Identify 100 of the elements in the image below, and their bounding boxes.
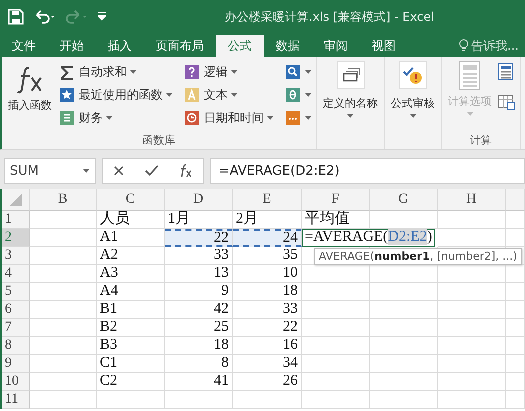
table-cell [370, 301, 438, 319]
clock-book-icon [183, 109, 201, 127]
caret-icon [130, 70, 137, 74]
column-header[interactable]: C [97, 189, 165, 211]
row-header[interactable]: 4 [2, 265, 30, 283]
ribbon-dropdown[interactable]: 财务 [58, 108, 173, 128]
formula-input[interactable]: =AVERAGE(D2:E2) [210, 158, 525, 184]
caret-icon [83, 169, 90, 173]
ribbon-dropdown[interactable]: 日期和时间 [183, 108, 274, 128]
undo-icon[interactable] [34, 10, 56, 24]
row-header[interactable]: 9 [2, 355, 30, 373]
table-cell [233, 391, 302, 409]
ribbon-icon-dropdown[interactable] [284, 62, 312, 82]
table-cell [506, 355, 525, 373]
name-tag-icon [340, 66, 360, 84]
row-header[interactable]: 7 [2, 319, 30, 337]
table-cell: 26 [233, 373, 302, 391]
caret-icon [231, 93, 238, 97]
caret-icon [267, 116, 274, 120]
ribbon-tab[interactable]: 视图 [360, 35, 408, 57]
ribbon-dropdown[interactable]: 最近使用的函数 [58, 85, 173, 105]
row-header[interactable]: 8 [2, 337, 30, 355]
caret-icon [305, 93, 312, 97]
cell-formula-input[interactable]: =AVERAGE(D2:E2) [302, 229, 436, 247]
table-cell: A4 [97, 283, 165, 301]
letter-book-icon [183, 86, 201, 104]
table-cell [30, 229, 97, 247]
save-icon[interactable] [8, 8, 24, 24]
table-cell [97, 391, 165, 409]
ribbon-dropdown[interactable]: 自动求和 [58, 62, 173, 82]
sigma-icon [58, 63, 76, 81]
table-cell [506, 229, 525, 247]
ribbon-icon-dropdown[interactable] [284, 108, 312, 128]
table-cell: 22 [233, 319, 302, 337]
customize-icon[interactable] [98, 12, 106, 22]
table-cell [506, 337, 525, 355]
enter-check-icon[interactable] [145, 165, 159, 177]
table-cell [302, 319, 370, 337]
caret-icon [166, 93, 173, 97]
calculator-icon[interactable] [498, 63, 514, 81]
column-header[interactable]: E [233, 189, 302, 211]
row-header[interactable]: 1 [2, 211, 30, 229]
ribbon-dropdown[interactable]: 逻辑 [183, 62, 274, 82]
table-cell: B1 [97, 301, 165, 319]
column-header[interactable]: D [165, 189, 233, 211]
theta-book-icon [284, 86, 302, 104]
defined-names-button[interactable]: 定义的名称 [321, 59, 380, 133]
row-header[interactable]: 3 [2, 247, 30, 265]
table-cell [302, 283, 370, 301]
table-cell: 22 [165, 229, 233, 247]
table-cell [30, 211, 97, 229]
check-warning-icon [402, 65, 424, 85]
caret-icon [466, 112, 474, 116]
table-cell [30, 265, 97, 283]
question-book-icon [183, 63, 201, 81]
function-icon[interactable] [179, 164, 193, 178]
insert-function-button[interactable]: 插入函数 [6, 59, 54, 133]
table-cell [506, 283, 525, 301]
row-header[interactable]: 11 [2, 391, 30, 409]
row-header[interactable]: 5 [2, 283, 30, 301]
table-cell [370, 355, 438, 373]
ribbon-tab[interactable]: 插入 [96, 35, 144, 57]
table-cell [165, 391, 233, 409]
table-cell [30, 337, 97, 355]
table-cell: A2 [97, 247, 165, 265]
table-cell: B2 [97, 319, 165, 337]
table-cell [438, 337, 506, 355]
ribbon-dropdown[interactable]: 文本 [183, 85, 274, 105]
column-header[interactable]: H [438, 189, 506, 211]
ribbon-tab[interactable]: 审阅 [312, 35, 360, 57]
ribbon-tab[interactable]: 页面布局 [144, 35, 216, 57]
ribbon-tab[interactable]: 公式 [216, 35, 264, 57]
name-box[interactable]: SUM [4, 158, 96, 184]
row-header[interactable]: 2 [2, 229, 30, 247]
ribbon-tab[interactable]: 开始 [48, 35, 96, 57]
tell-me-box[interactable]: 告诉我... [458, 35, 525, 57]
table-cell: 33 [165, 247, 233, 265]
column-header[interactable]: B [30, 189, 97, 211]
row-header[interactable]: 10 [2, 373, 30, 391]
column-header[interactable]: G [370, 189, 438, 211]
table-cell [30, 319, 97, 337]
sheet-calculator-icon[interactable] [498, 95, 516, 111]
table-cell [506, 319, 525, 337]
caret-icon [305, 70, 312, 74]
table-cell: 18 [233, 283, 302, 301]
calculator-icon [459, 61, 481, 91]
row-header[interactable]: 6 [2, 301, 30, 319]
table-cell: 16 [233, 337, 302, 355]
ribbon-icon-dropdown[interactable] [284, 85, 312, 105]
cancel-icon[interactable] [113, 165, 125, 177]
table-cell [30, 373, 97, 391]
formula-auditing-button[interactable]: 公式审核 [389, 59, 437, 133]
column-header[interactable]: F [302, 189, 370, 211]
table-cell: 24 [233, 229, 302, 247]
table-cell: 42 [165, 301, 233, 319]
ribbon-tab[interactable]: 文件 [0, 35, 48, 57]
table-cell [30, 301, 97, 319]
table-cell: 人员 [97, 211, 165, 229]
table-cell: 10 [233, 265, 302, 283]
ribbon-tab[interactable]: 数据 [264, 35, 312, 57]
